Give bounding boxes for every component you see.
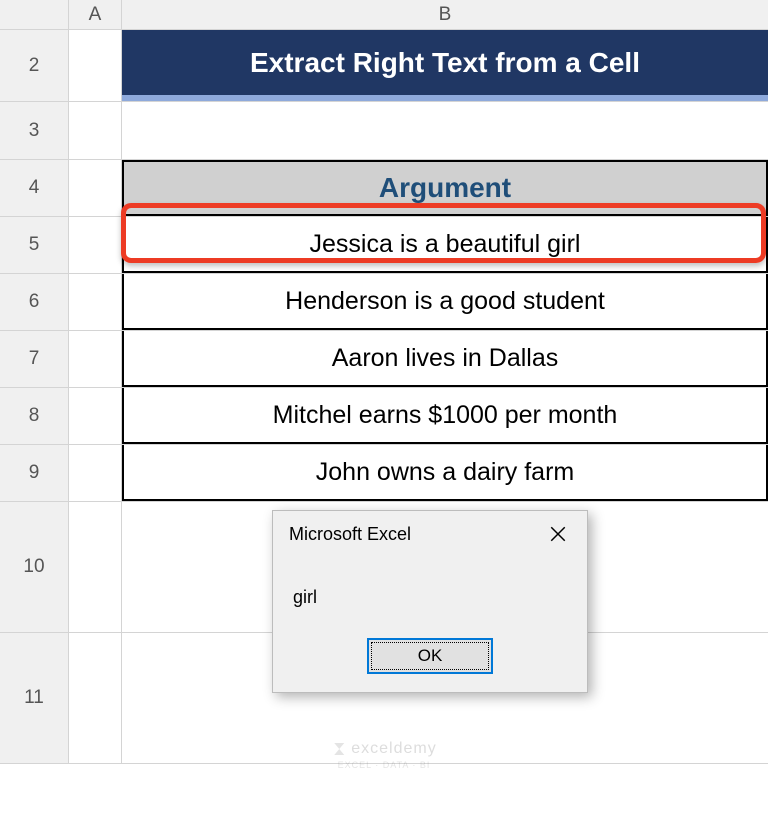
dialog-title: Microsoft Excel <box>289 524 411 545</box>
close-button[interactable] <box>535 515 581 553</box>
row-header-6[interactable]: 6 <box>0 274 68 330</box>
row-header-2[interactable]: 2 <box>0 30 68 101</box>
row-header-9[interactable]: 9 <box>0 445 68 501</box>
cell-A8[interactable] <box>69 388 121 444</box>
cell-A9[interactable] <box>69 445 121 501</box>
select-all-corner[interactable] <box>0 0 68 29</box>
row-header-3[interactable]: 3 <box>0 102 68 159</box>
dialog-footer: OK <box>273 638 587 692</box>
cell-A5[interactable] <box>69 217 121 273</box>
row-header-7[interactable]: 7 <box>0 331 68 387</box>
table-header-argument[interactable]: Argument <box>122 160 768 216</box>
table-row[interactable]: Aaron lives in Dallas <box>122 331 768 387</box>
dialog-titlebar[interactable]: Microsoft Excel <box>273 511 587 557</box>
close-icon <box>549 525 567 543</box>
grid-separator <box>0 763 768 764</box>
table-row[interactable]: Mitchel earns $1000 per month <box>122 388 768 444</box>
cell-B3[interactable] <box>122 102 768 159</box>
cell-A6[interactable] <box>69 274 121 330</box>
messagebox-dialog: Microsoft Excel girl OK <box>272 510 588 693</box>
cell-A11[interactable] <box>69 633 121 763</box>
column-header-B[interactable]: B <box>122 0 768 29</box>
cell-A7[interactable] <box>69 331 121 387</box>
cell-B2-title[interactable]: Extract Right Text from a Cell <box>122 30 768 101</box>
cell-A3[interactable] <box>69 102 121 159</box>
table-row[interactable]: John owns a dairy farm <box>122 445 768 501</box>
row-header-5[interactable]: 5 <box>0 217 68 273</box>
row-header-11[interactable]: 11 <box>0 633 68 763</box>
cell-A10[interactable] <box>69 502 121 632</box>
row-header-4[interactable]: 4 <box>0 160 68 216</box>
cell-A2[interactable] <box>69 30 121 101</box>
table-row[interactable]: Jessica is a beautiful girl <box>122 217 768 273</box>
column-header-A[interactable]: A <box>69 0 121 29</box>
row-header-8[interactable]: 8 <box>0 388 68 444</box>
ok-button[interactable]: OK <box>367 638 493 674</box>
cell-A4[interactable] <box>69 160 121 216</box>
row-header-10[interactable]: 10 <box>0 502 68 632</box>
dialog-message: girl <box>273 557 587 638</box>
table-row[interactable]: Henderson is a good student <box>122 274 768 330</box>
